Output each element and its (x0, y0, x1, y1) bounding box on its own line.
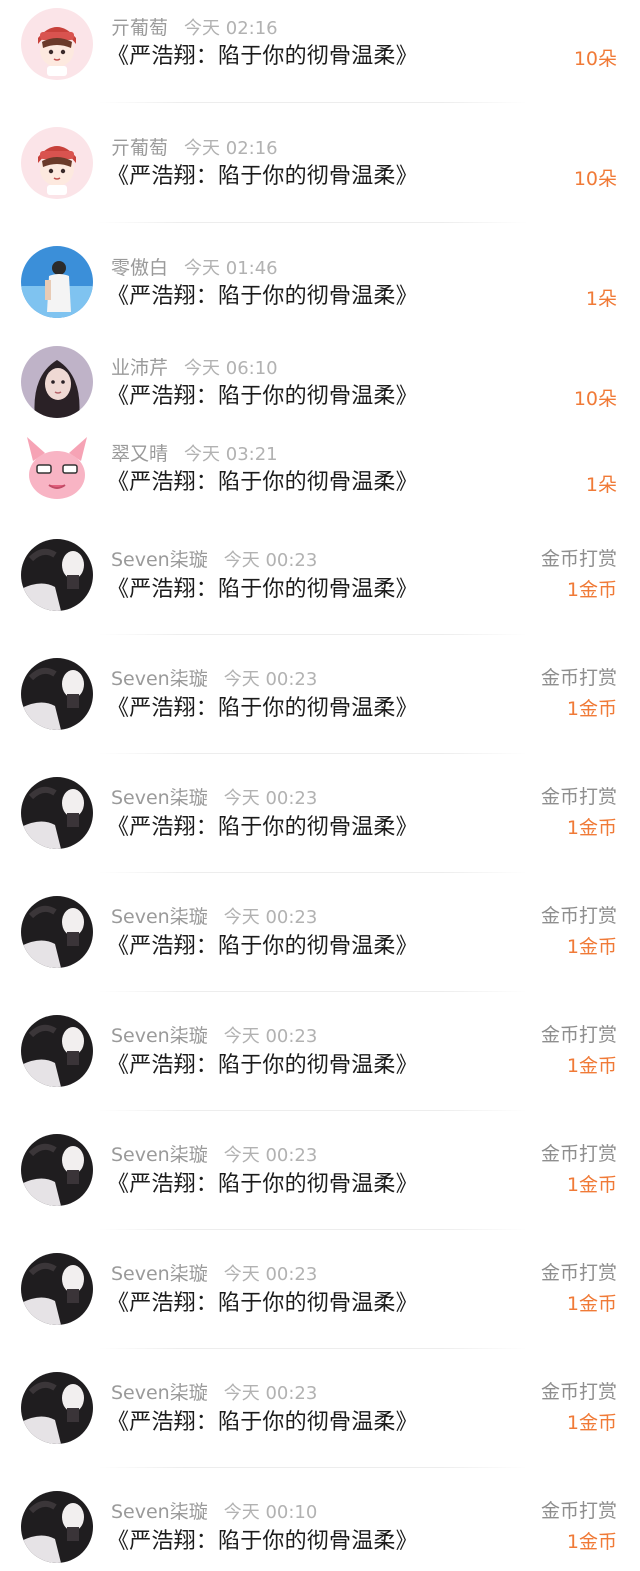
book-title[interactable]: 《严浩翔：陷于你的彻骨温柔》 (107, 932, 418, 962)
timestamp: 今天 00:23 (223, 1383, 318, 1404)
flower-amount: 10朵 (573, 388, 617, 410)
gift-type-label: 金币打赏 (540, 1500, 617, 1522)
username[interactable]: 业沛芹 (111, 357, 168, 379)
username[interactable]: Seven柒璇 (111, 549, 208, 571)
username[interactable]: Seven柒璇 (111, 1025, 208, 1047)
row-divider (98, 634, 528, 635)
flower-amount: 1朵 (585, 474, 617, 496)
row-divider (98, 1467, 528, 1468)
gift-type-label: 金币打赏 (540, 1381, 617, 1403)
timestamp: 今天 00:23 (223, 550, 318, 571)
coin-amount: 1金币 (566, 1412, 617, 1434)
username[interactable]: 亓葡萄 (111, 137, 168, 159)
username[interactable]: Seven柒璇 (111, 1501, 208, 1523)
dark-photo-avatar[interactable] (21, 1134, 93, 1206)
cartoon-girl-avatar[interactable] (21, 8, 93, 80)
timestamp: 今天 02:16 (184, 18, 278, 39)
timestamp: 今天 00:23 (223, 1145, 318, 1166)
dark-photo-avatar[interactable] (21, 539, 93, 611)
coin-amount: 1金币 (566, 579, 617, 601)
coin-amount: 1金币 (566, 1055, 617, 1077)
gift-type-label: 金币打赏 (540, 1262, 617, 1284)
coin-amount: 1金币 (566, 698, 617, 720)
timestamp: 今天 03:21 (184, 444, 278, 465)
portrait-avatar[interactable] (21, 346, 93, 418)
timestamp: 今天 00:23 (223, 1026, 318, 1047)
book-title[interactable]: 《严浩翔：陷于你的彻骨温柔》 (107, 1408, 418, 1438)
gift-type-label: 金币打赏 (540, 667, 617, 689)
dark-photo-avatar[interactable] (21, 1253, 93, 1325)
pink-bunny-avatar[interactable] (21, 431, 93, 503)
row-divider (98, 753, 528, 754)
timestamp: 今天 02:16 (184, 138, 278, 159)
gift-type-label: 金币打赏 (540, 905, 617, 927)
dark-photo-avatar[interactable] (21, 1372, 93, 1444)
book-title[interactable]: 《严浩翔：陷于你的彻骨温柔》 (107, 42, 418, 72)
timestamp: 今天 06:10 (184, 358, 278, 379)
book-title[interactable]: 《严浩翔：陷于你的彻骨温柔》 (107, 1051, 418, 1081)
dark-photo-avatar[interactable] (21, 777, 93, 849)
timestamp: 今天 00:10 (223, 1502, 318, 1523)
photo-person-avatar[interactable] (21, 246, 93, 318)
timestamp: 今天 00:23 (223, 1264, 318, 1285)
timestamp: 今天 00:23 (223, 669, 318, 690)
timestamp: 今天 01:46 (184, 258, 278, 279)
coin-amount: 1金币 (566, 817, 617, 839)
book-title[interactable]: 《严浩翔：陷于你的彻骨温柔》 (107, 575, 418, 605)
coin-amount: 1金币 (566, 1293, 617, 1315)
row-divider (98, 102, 528, 103)
dark-photo-avatar[interactable] (21, 896, 93, 968)
cartoon-girl-avatar[interactable] (21, 127, 93, 199)
timestamp: 今天 00:23 (223, 788, 318, 809)
username[interactable]: 翠又晴 (111, 443, 168, 465)
gift-type-label: 金币打赏 (540, 786, 617, 808)
gift-type-label: 金币打赏 (540, 1024, 617, 1046)
username[interactable]: Seven柒璇 (111, 1263, 208, 1285)
username[interactable]: Seven柒璇 (111, 1144, 208, 1166)
coin-amount: 1金币 (566, 1531, 617, 1553)
row-divider (98, 222, 528, 223)
row-divider (98, 1229, 528, 1230)
username[interactable]: Seven柒璇 (111, 668, 208, 690)
book-title[interactable]: 《严浩翔：陷于你的彻骨温柔》 (107, 1170, 418, 1200)
dark-photo-avatar[interactable] (21, 1491, 93, 1563)
flower-amount: 10朵 (573, 168, 617, 190)
book-title[interactable]: 《严浩翔：陷于你的彻骨温柔》 (107, 282, 418, 312)
flower-amount: 1朵 (585, 288, 617, 310)
timestamp: 今天 00:23 (223, 907, 318, 928)
username[interactable]: Seven柒璇 (111, 787, 208, 809)
row-divider (98, 1348, 528, 1349)
row-divider (98, 1110, 528, 1111)
book-title[interactable]: 《严浩翔：陷于你的彻骨温柔》 (107, 382, 418, 412)
username[interactable]: 亓葡萄 (111, 17, 168, 39)
row-divider (98, 991, 528, 992)
gift-type-label: 金币打赏 (540, 548, 617, 570)
row-divider (98, 872, 528, 873)
username[interactable]: Seven柒璇 (111, 906, 208, 928)
coin-amount: 1金币 (566, 1174, 617, 1196)
gift-type-label: 金币打赏 (540, 1143, 617, 1165)
coin-amount: 1金币 (566, 936, 617, 958)
dark-photo-avatar[interactable] (21, 658, 93, 730)
username[interactable]: Seven柒璇 (111, 1382, 208, 1404)
username[interactable]: 零傲白 (111, 257, 168, 279)
book-title[interactable]: 《严浩翔：陷于你的彻骨温柔》 (107, 813, 418, 843)
dark-photo-avatar[interactable] (21, 1015, 93, 1087)
book-title[interactable]: 《严浩翔：陷于你的彻骨温柔》 (107, 468, 418, 498)
flower-amount: 10朵 (573, 48, 617, 70)
book-title[interactable]: 《严浩翔：陷于你的彻骨温柔》 (107, 1527, 418, 1557)
book-title[interactable]: 《严浩翔：陷于你的彻骨温柔》 (107, 694, 418, 724)
book-title[interactable]: 《严浩翔：陷于你的彻骨温柔》 (107, 1289, 418, 1319)
book-title[interactable]: 《严浩翔：陷于你的彻骨温柔》 (107, 162, 418, 192)
